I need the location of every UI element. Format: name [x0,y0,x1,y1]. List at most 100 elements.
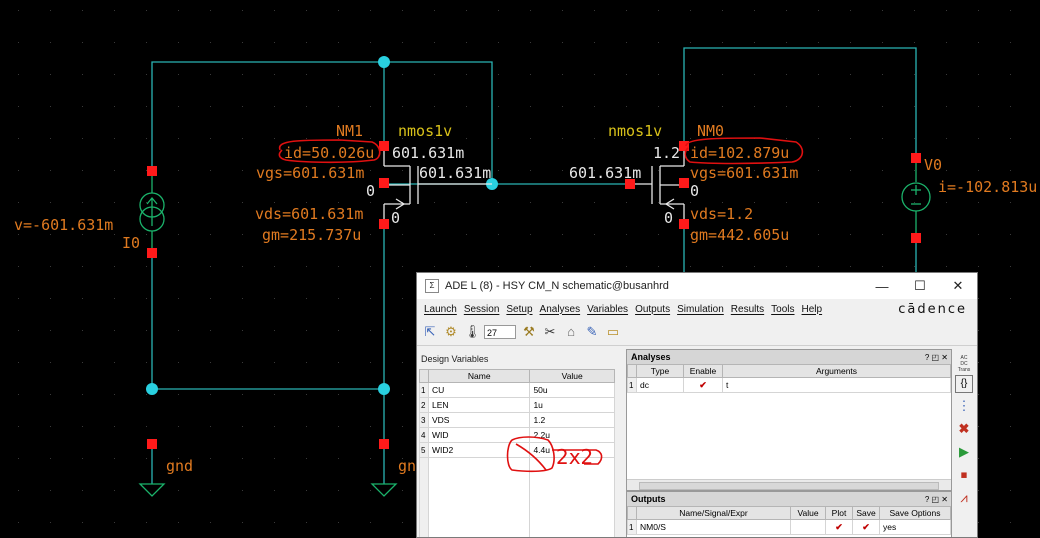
netlist-run-icon[interactable]: ✂ [542,324,558,340]
variable-name[interactable]: LEN [427,397,531,413]
table-row[interactable]: 4 WID 2.2u [419,427,615,443]
table-row[interactable]: 3 VDS 1.2 [419,412,615,428]
outputs-icon[interactable]: ⋮ [954,396,974,416]
dock-controls[interactable]: ? ◰ ✕ [925,353,948,362]
ade-window[interactable]: Σ ADE L (8) - HSY CM_N schematic@busanhr… [416,272,978,538]
outputs-panel: Outputs ? ◰ ✕ Name/Signal/Expr Value Plo… [626,491,952,537]
minimize-button[interactable]: — [863,279,901,294]
nm1-id-label: id=50.026u [284,144,374,162]
outputs-title: Outputs [631,494,666,504]
variable-value[interactable]: 1.2 [529,412,615,428]
stop-simulation-icon[interactable]: ⏹ [954,465,974,485]
nm1-zero-b: 0 [391,209,400,227]
menu-session[interactable]: Session [464,304,500,315]
delete-icon[interactable]: ✖ [954,419,974,439]
col-name-header: Name/Signal/Expr [636,506,791,520]
i0-name-label: I0 [122,234,140,252]
temperature-icon: 🌡 [464,324,481,339]
cadence-logo: cādence [898,301,967,317]
nm0-id-label: id=102.879u [690,144,789,162]
corner-cell [419,369,429,383]
trans-label: Trans [957,367,971,373]
menu-simulation[interactable]: Simulation [677,304,724,315]
maximize-button[interactable]: ☐ [901,278,939,294]
horizontal-scrollbar[interactable] [627,479,951,490]
analysis-arguments[interactable]: t [722,377,951,393]
lock-icon[interactable]: ⌂ [563,324,579,340]
variable-name[interactable]: CU [427,382,531,398]
nm0-vgs-label: vgs=601.631m [690,164,798,182]
menu-outputs[interactable]: Outputs [635,304,670,315]
table-row[interactable]: 1 CU 50u [419,382,615,398]
variable-value[interactable]: 4.4u [529,442,615,458]
i0-voltage-label: v=-601.631m [14,216,113,234]
nm0-gm-label: gm=442.605u [690,226,789,244]
nm1-zero-a: 0 [366,182,375,200]
design-variables-panel: Design Variables Name Value 1 CU 50u 2 L… [419,349,619,537]
row-number: 1 [627,377,637,393]
nm0-zero-b: 0 [664,209,673,227]
dock-controls[interactable]: ? ◰ ✕ [925,495,948,504]
nm0-gate-voltage: 601.631m [569,164,641,182]
variable-value[interactable]: 1u [529,397,615,413]
output-name[interactable]: NM0/S [636,519,791,535]
plot-checkbox[interactable]: ✔ [835,522,843,532]
table-row[interactable]: 2 LEN 1u [419,397,615,413]
row-number: 3 [419,412,429,428]
menu-launch[interactable]: Launch [424,304,457,315]
nm0-drain-voltage: 1.2 [653,144,680,162]
variable-value[interactable]: 2.2u [529,427,615,443]
col-plot-header: Plot [825,506,853,520]
table-row[interactable]: 5 WID2 4.4u [419,442,615,458]
nm0-instance-label: NM0 [697,122,724,140]
menu-tools[interactable]: Tools [771,304,794,315]
menu-results[interactable]: Results [731,304,764,315]
nm0-model-label: nmos1v [608,122,662,140]
side-toolbar: AC DC Trans {} ⋮ ✖ ▶ ⏹ ⩘ [951,349,977,537]
save-options[interactable]: yes [879,519,951,535]
nm1-gm-label: gm=215.737u [262,226,361,244]
analyses-panel: Analyses ? ◰ ✕ Type Enable Arguments 1 d… [626,349,952,491]
menu-analyses[interactable]: Analyses [540,304,581,315]
outputs-table: Name/Signal/Expr Value Plot Save Save Op… [627,506,951,535]
col-enable-header: Enable [683,364,723,378]
outputs-header: Outputs ? ◰ ✕ [627,492,951,506]
setup-icon[interactable]: ⚒ [521,324,537,340]
row-number: 1 [627,519,637,535]
variable-value[interactable]: 50u [529,382,615,398]
close-button[interactable]: ✕ [939,278,977,294]
v0-current-label: i=-102.813u [938,178,1037,196]
menubar: Launch Session Setup Analyses Variables … [417,299,977,319]
table-row[interactable]: 1 NM0/S ✔ ✔ yes [627,519,951,535]
gnd-label-right: gn [398,457,416,475]
app-icon: Σ [425,279,439,293]
v0-name-label: V0 [924,156,942,174]
analyses-title: Analyses [631,352,671,362]
enable-checkbox[interactable]: ✔ [699,380,707,390]
ade-titlebar[interactable]: Σ ADE L (8) - HSY CM_N schematic@busanhr… [417,273,977,299]
variable-name[interactable]: VDS [427,412,531,428]
gnd-label-left: gnd [166,457,193,475]
analysis-type[interactable]: dc [636,377,684,393]
variables-icon[interactable]: {} [955,375,973,393]
menu-help[interactable]: Help [802,304,823,315]
load-state-icon[interactable]: ⇱ [422,324,438,340]
table-row[interactable]: 1 dc ✔ t [627,377,951,393]
row-number: 5 [419,442,429,458]
temperature-input[interactable]: 27 [484,325,516,339]
run-simulation-icon[interactable]: ▶ [954,442,974,462]
plot-outputs-icon[interactable]: ⩘ [954,488,974,508]
window-title: ADE L (8) - HSY CM_N schematic@busanhrd [445,280,669,292]
col-save-options-header: Save Options [879,506,951,520]
menu-variables[interactable]: Variables [587,304,628,315]
col-value-header: Value [790,506,826,520]
edit-icon[interactable]: ✎ [584,324,600,340]
save-checkbox[interactable]: ✔ [862,522,870,532]
nm1-drain-voltage: 601.631m [392,144,464,162]
analysis-type-icon[interactable]: AC DC Trans [951,355,977,373]
variable-name[interactable]: WID [427,427,531,443]
open-folder-icon[interactable]: ▭ [605,324,621,340]
variable-name[interactable]: WID2 [427,442,531,458]
menu-setup[interactable]: Setup [506,304,532,315]
save-state-icon[interactable]: ⚙ [443,324,459,340]
